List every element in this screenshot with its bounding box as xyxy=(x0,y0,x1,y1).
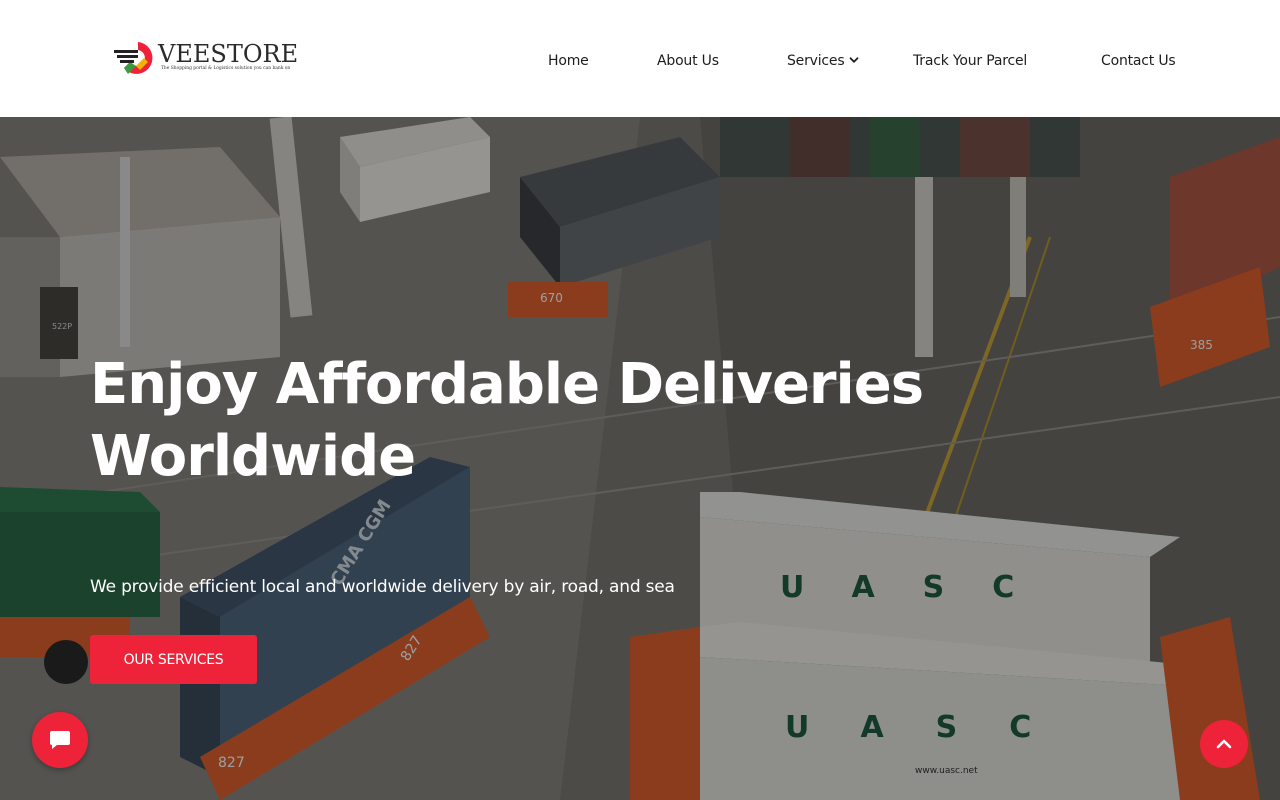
hero-section: 522P 670 385 CMA CGM 827 827 UASC UASC w… xyxy=(0,117,1280,800)
hero-subtitle: We provide efficient local and worldwide… xyxy=(90,577,675,597)
nav-about-us[interactable]: About Us xyxy=(657,50,719,72)
chevron-up-icon xyxy=(1216,739,1232,749)
nav-services-label: Services xyxy=(787,53,845,69)
nav-contact-us[interactable]: Contact Us xyxy=(1101,50,1176,72)
our-services-button[interactable]: OUR SERVICES xyxy=(90,635,257,684)
site-header: VEESTORE The Shopping portal & Logistics… xyxy=(0,0,1280,117)
main-nav: Home About Us Services Track Your Parcel… xyxy=(0,0,1280,117)
back-to-top-button[interactable] xyxy=(1200,720,1248,768)
chevron-down-icon xyxy=(850,57,859,63)
hero-title-line-2: Worldwide xyxy=(90,424,416,489)
chat-button[interactable] xyxy=(32,712,88,768)
hero-title-line-1: Enjoy Affordable Deliveries xyxy=(90,352,924,417)
hero-title: Enjoy Affordable Deliveries Worldwide xyxy=(90,349,990,493)
chat-bubble-icon xyxy=(50,731,70,749)
nav-track-parcel[interactable]: Track Your Parcel xyxy=(913,50,1027,72)
nav-home[interactable]: Home xyxy=(548,50,589,72)
nav-services[interactable]: Services xyxy=(787,50,860,72)
